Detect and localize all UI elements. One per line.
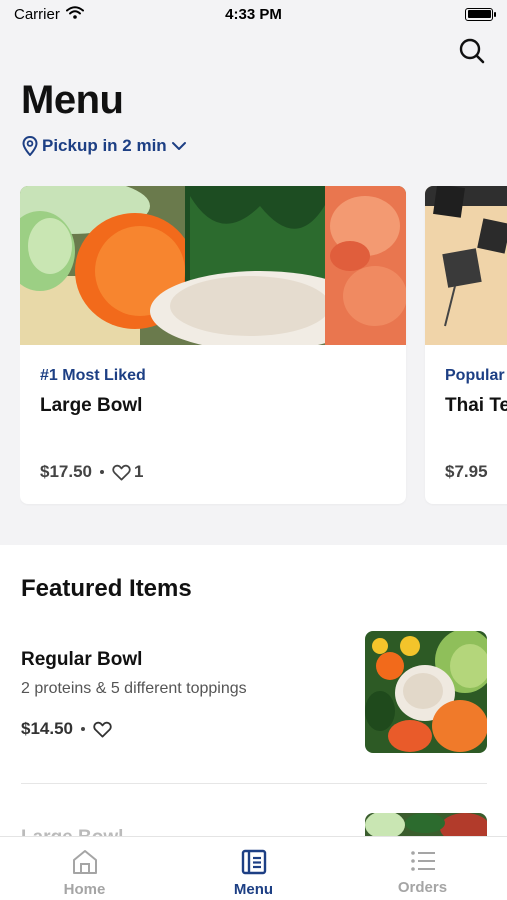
status-left: Carrier — [14, 6, 84, 23]
divider — [21, 783, 487, 784]
separator-dot — [81, 727, 85, 731]
carrier-label: Carrier — [14, 5, 60, 23]
card-body: #1 Most Liked Large Bowl $17.50 1 — [20, 345, 406, 504]
card-name: Thai Te — [445, 395, 507, 416]
card-name: Large Bowl — [40, 395, 143, 416]
list-icon — [410, 851, 435, 871]
tab-label: Home — [63, 881, 106, 898]
tab-home[interactable]: Home — [0, 837, 169, 900]
promo-carousel[interactable]: #1 Most Liked Large Bowl $17.50 1 Popula… — [20, 186, 507, 506]
section-title: Featured Items — [21, 575, 192, 602]
like-count: 1 — [134, 462, 144, 481]
pickup-label: Pickup in 2 min — [42, 136, 167, 155]
promo-card[interactable]: #1 Most Liked Large Bowl $17.50 1 — [20, 186, 406, 504]
heart-icon — [93, 721, 112, 737]
item-image-poke-bowl — [365, 631, 487, 753]
search-button[interactable] — [457, 36, 487, 66]
home-icon — [72, 850, 97, 874]
pickup-selector[interactable]: Pickup in 2 min — [22, 136, 187, 156]
card-meta: $7.95 — [445, 462, 488, 482]
promo-card[interactable]: Popular Thai Te $7.95 — [425, 186, 507, 504]
tab-label: Menu — [233, 881, 274, 898]
item-name: Regular Bowl — [21, 649, 143, 670]
tab-label: Orders — [397, 879, 448, 896]
card-meta: $17.50 1 — [40, 462, 143, 482]
card-body: Popular Thai Te $7.95 — [425, 345, 507, 504]
item-description: 2 proteins & 5 different toppings — [21, 680, 247, 697]
heart-icon — [112, 464, 131, 480]
card-tag: #1 Most Liked — [40, 367, 146, 384]
card-image-poke-bowl — [20, 186, 406, 345]
search-icon — [459, 38, 485, 64]
battery-icon — [465, 7, 496, 21]
item-meta: $14.50 — [21, 719, 112, 739]
tab-bar: Home Menu Orders — [0, 836, 507, 900]
card-price: $17.50 — [40, 462, 92, 481]
like-button[interactable]: 1 — [112, 462, 143, 482]
item-price: $14.50 — [21, 719, 73, 738]
location-pin-icon — [22, 136, 38, 156]
tab-orders[interactable]: Orders — [338, 837, 507, 900]
menu-book-icon — [241, 849, 266, 875]
card-image-thai-tea — [425, 186, 507, 345]
status-bar: Carrier 4:33 PM — [0, 0, 507, 28]
separator-dot — [100, 470, 104, 474]
card-tag: Popular — [445, 367, 505, 384]
card-price: $7.95 — [445, 462, 488, 481]
tab-menu[interactable]: Menu — [169, 837, 338, 900]
wifi-icon — [65, 5, 84, 23]
featured-item[interactable]: Regular Bowl 2 proteins & 5 different to… — [21, 631, 487, 754]
like-button[interactable] — [93, 721, 112, 738]
page-title: Menu — [21, 78, 124, 122]
chevron-down-icon — [171, 142, 186, 150]
